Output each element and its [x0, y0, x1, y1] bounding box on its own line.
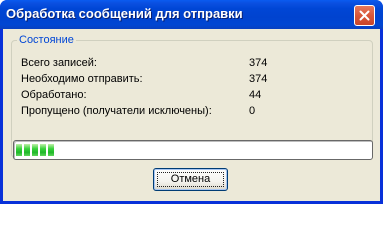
title-bar[interactable]: Обработка сообщений для отправки — [0, 0, 383, 29]
to-send-label: Необходимо отправить: — [21, 73, 143, 85]
progress-bar — [13, 140, 373, 160]
close-icon — [359, 10, 370, 21]
processed-value: 44 — [249, 89, 262, 101]
processed-label: Обработано: — [21, 89, 87, 101]
dialog-body: Состояние Всего записей: 374 Необходимо … — [3, 29, 380, 201]
window-frame-bottom — [0, 201, 383, 204]
progress-segment — [32, 144, 38, 156]
progress-segment — [24, 144, 30, 156]
dialog-window: Обработка сообщений для отправки Состоян… — [0, 0, 383, 204]
skipped-value: 0 — [249, 105, 256, 117]
total-records-label: Всего записей: — [21, 57, 97, 69]
cancel-button[interactable]: Отмена — [153, 168, 228, 191]
status-group-title: Состояние — [17, 34, 76, 46]
close-button[interactable] — [354, 5, 375, 26]
window-title: Обработка сообщений для отправки — [6, 6, 243, 21]
to-send-value: 374 — [249, 73, 268, 85]
progress-segment — [16, 144, 22, 156]
skipped-label: Пропущено (получатели исключены): — [21, 105, 212, 117]
progress-segment — [40, 144, 46, 156]
progress-segment — [48, 144, 54, 156]
focus-rectangle — [157, 172, 224, 187]
total-records-value: 374 — [249, 57, 268, 69]
